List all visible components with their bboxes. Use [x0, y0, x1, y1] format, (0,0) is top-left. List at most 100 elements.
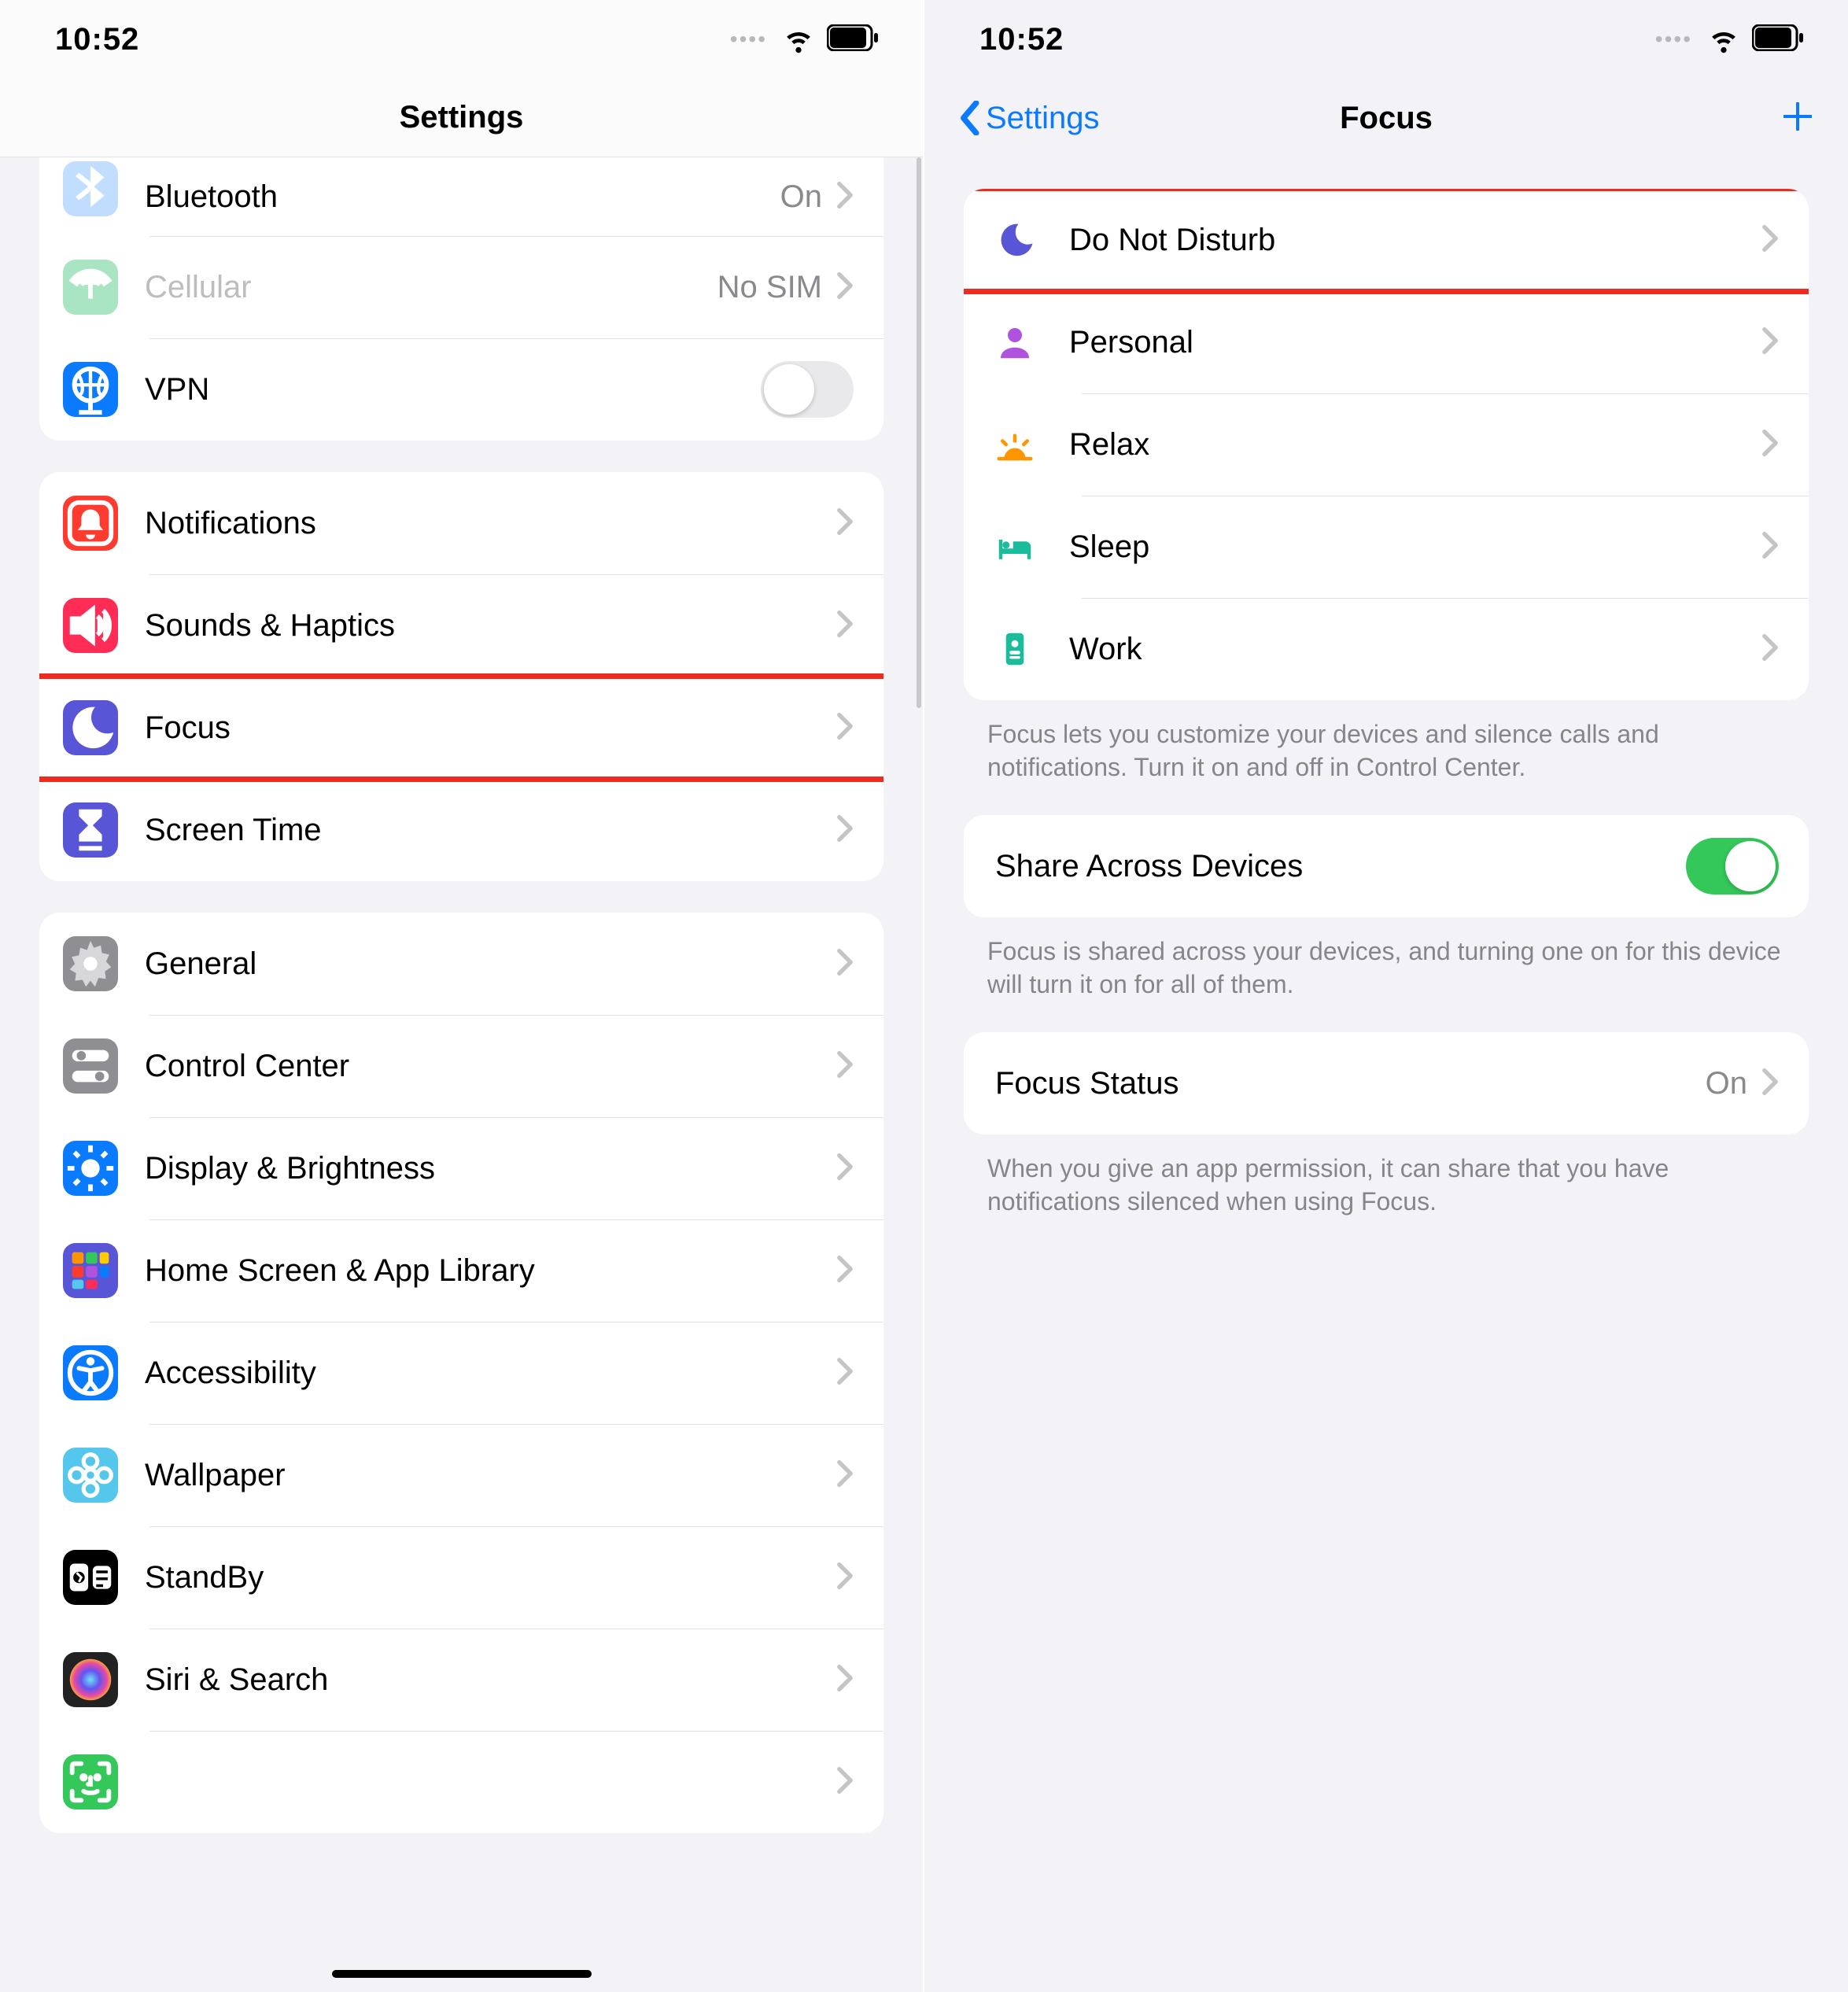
speaker-icon	[63, 598, 118, 653]
battery-icon	[827, 24, 879, 55]
row-label: Focus Status	[995, 1066, 1706, 1101]
flower-icon	[63, 1448, 118, 1503]
status-time: 10:52	[55, 22, 139, 57]
toggle[interactable]	[1686, 838, 1779, 895]
back-label: Settings	[986, 101, 1100, 136]
row-notifications[interactable]: Notifications	[39, 472, 883, 574]
row-value: No SIM	[717, 270, 822, 305]
row-label: Control Center	[145, 1049, 836, 1084]
back-button[interactable]: Settings	[956, 101, 1100, 136]
row-label: Sounds & Haptics	[145, 608, 836, 644]
chevron-right-icon	[836, 1459, 854, 1492]
nav-bar: Settings Focus	[924, 79, 1848, 157]
settings-screen: 10:52 •••• Settings BluetoothOnCellularN…	[0, 0, 924, 1992]
row-label: Relax	[1069, 427, 1761, 463]
row-label: Accessibility	[145, 1356, 836, 1391]
row-relax[interactable]: Relax	[964, 393, 1809, 496]
cell-dots-icon: ••••	[1655, 27, 1692, 52]
home-indicator[interactable]	[332, 1970, 592, 1978]
switches-icon	[63, 1038, 118, 1094]
battery-icon	[1752, 24, 1804, 55]
group-footer: Focus is shared across your devices, and…	[987, 935, 1785, 1001]
row-label: Do Not Disturb	[1069, 223, 1761, 258]
row-label: Screen Time	[145, 813, 836, 848]
status-bar: 10:52 ••••	[0, 0, 923, 79]
settings-group: BluetoothOnCellularNo SIMVPN	[39, 157, 883, 441]
sunrise-icon	[987, 417, 1042, 472]
row-display-brightness[interactable]: Display & Brightness	[39, 1117, 883, 1219]
row-label: Siri & Search	[145, 1662, 836, 1698]
add-button[interactable]	[1779, 98, 1817, 139]
chevron-right-icon	[836, 1050, 854, 1083]
row-personal[interactable]: Personal	[964, 291, 1809, 393]
standby-icon	[63, 1550, 118, 1605]
bed-icon	[987, 519, 1042, 574]
chevron-right-icon	[836, 1562, 854, 1594]
row-home-screen-app-library[interactable]: Home Screen & App Library	[39, 1219, 883, 1322]
row-label: Bluetooth	[145, 179, 780, 215]
focus-list[interactable]: Do Not Disturb Personal Relax Sleep Work Focu…	[924, 157, 1848, 1992]
row-standby[interactable]: StandBy	[39, 1526, 883, 1629]
row-general[interactable]: General	[39, 913, 883, 1015]
row-label: Sleep	[1069, 529, 1761, 565]
row-share-across-devices[interactable]: Share Across Devices	[964, 815, 1809, 917]
hourglass-icon	[63, 802, 118, 858]
row-[interactable]	[39, 1731, 883, 1833]
chevron-right-icon	[1761, 531, 1779, 563]
chevron-right-icon	[836, 1766, 854, 1798]
group-footer: Focus lets you customize your devices an…	[987, 717, 1785, 784]
row-do-not-disturb[interactable]: Do Not Disturb	[964, 189, 1809, 291]
group-footer: When you give an app permission, it can …	[987, 1152, 1785, 1218]
chevron-right-icon	[836, 1255, 854, 1287]
row-wallpaper[interactable]: Wallpaper	[39, 1424, 883, 1526]
chevron-right-icon	[836, 814, 854, 847]
gear-icon	[63, 936, 118, 991]
settings-group: Do Not Disturb Personal Relax Sleep Work	[964, 189, 1809, 700]
row-sounds-haptics[interactable]: Sounds & Haptics	[39, 574, 883, 677]
row-work[interactable]: Work	[964, 598, 1809, 700]
moon-icon	[987, 212, 1042, 267]
row-label: Work	[1069, 632, 1761, 667]
row-label: Personal	[1069, 325, 1761, 360]
chevron-right-icon	[836, 610, 854, 642]
chevron-right-icon	[1761, 326, 1779, 359]
chevron-right-icon	[1761, 1068, 1779, 1100]
chevron-right-icon	[836, 1357, 854, 1389]
row-label: Display & Brightness	[145, 1151, 836, 1186]
settings-list[interactable]: BluetoothOnCellularNo SIMVPNNotification…	[0, 157, 923, 1992]
chevron-right-icon	[836, 1153, 854, 1185]
row-screen-time[interactable]: Screen Time	[39, 779, 883, 881]
chevron-right-icon	[1761, 633, 1779, 666]
chevron-right-icon	[836, 181, 854, 213]
page-title: Settings	[0, 100, 923, 135]
siri-icon	[63, 1652, 118, 1707]
settings-group: Notifications Sounds & Haptics Focus Screen…	[39, 472, 883, 881]
row-label: Cellular	[145, 270, 717, 305]
settings-group: General Control Center Display & Brightnes…	[39, 913, 883, 1833]
row-control-center[interactable]: Control Center	[39, 1015, 883, 1117]
row-sleep[interactable]: Sleep	[964, 496, 1809, 598]
settings-group: Focus StatusOn	[964, 1032, 1809, 1134]
status-icons: ••••	[1655, 20, 1804, 59]
chevron-right-icon	[836, 948, 854, 980]
bell-icon	[63, 496, 118, 551]
row-value: On	[1706, 1066, 1747, 1101]
person-icon	[987, 315, 1042, 370]
row-accessibility[interactable]: Accessibility	[39, 1322, 883, 1424]
row-vpn[interactable]: VPN	[39, 338, 883, 441]
wifi-icon	[781, 20, 816, 59]
status-bar: 10:52 ••••	[924, 0, 1848, 79]
row-focus-status[interactable]: Focus StatusOn	[964, 1032, 1809, 1134]
row-label: Wallpaper	[145, 1458, 836, 1493]
row-cellular[interactable]: CellularNo SIM	[39, 236, 883, 338]
focus-screen: 10:52 •••• Settings Focus Do Not Disturb…	[924, 0, 1848, 1992]
row-siri-search[interactable]: Siri & Search	[39, 1629, 883, 1731]
status-icons: ••••	[730, 20, 879, 59]
toggle[interactable]	[761, 361, 854, 418]
row-label: Share Across Devices	[995, 849, 1686, 884]
row-focus[interactable]: Focus	[39, 677, 883, 779]
row-label: VPN	[145, 372, 761, 408]
row-label: General	[145, 946, 836, 982]
scroll-indicator[interactable]	[917, 157, 921, 708]
row-bluetooth[interactable]: BluetoothOn	[39, 157, 883, 236]
